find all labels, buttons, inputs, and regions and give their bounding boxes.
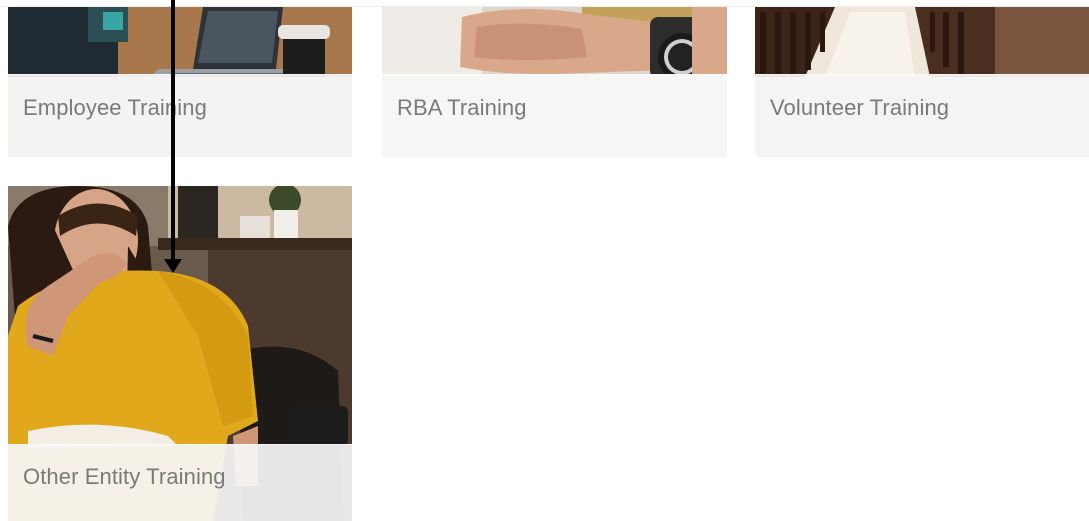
card-volunteer-training[interactable]: Volunteer Training	[755, 7, 1089, 157]
card-rba-training[interactable]: RBA Training	[382, 7, 727, 157]
card-title: Other Entity Training	[23, 464, 226, 489]
card-other-entity-training[interactable]: Other Entity Training	[8, 186, 352, 521]
card-title: Volunteer Training	[770, 95, 950, 120]
card-title: RBA Training	[397, 95, 527, 120]
card-title: Employee Training	[23, 95, 207, 120]
arrow-pointer-icon	[171, 0, 175, 267]
card-caption: RBA Training	[382, 74, 727, 157]
card-caption: Employee Training	[8, 74, 352, 157]
card-caption: Volunteer Training	[755, 74, 1089, 157]
card-employee-training[interactable]: Employee Training	[8, 7, 352, 157]
training-grid: Employee Training RBA Training Volunteer…	[0, 0, 1089, 521]
card-caption: Other Entity Training	[8, 444, 352, 521]
arrow-pointer-tip-icon	[164, 259, 182, 273]
